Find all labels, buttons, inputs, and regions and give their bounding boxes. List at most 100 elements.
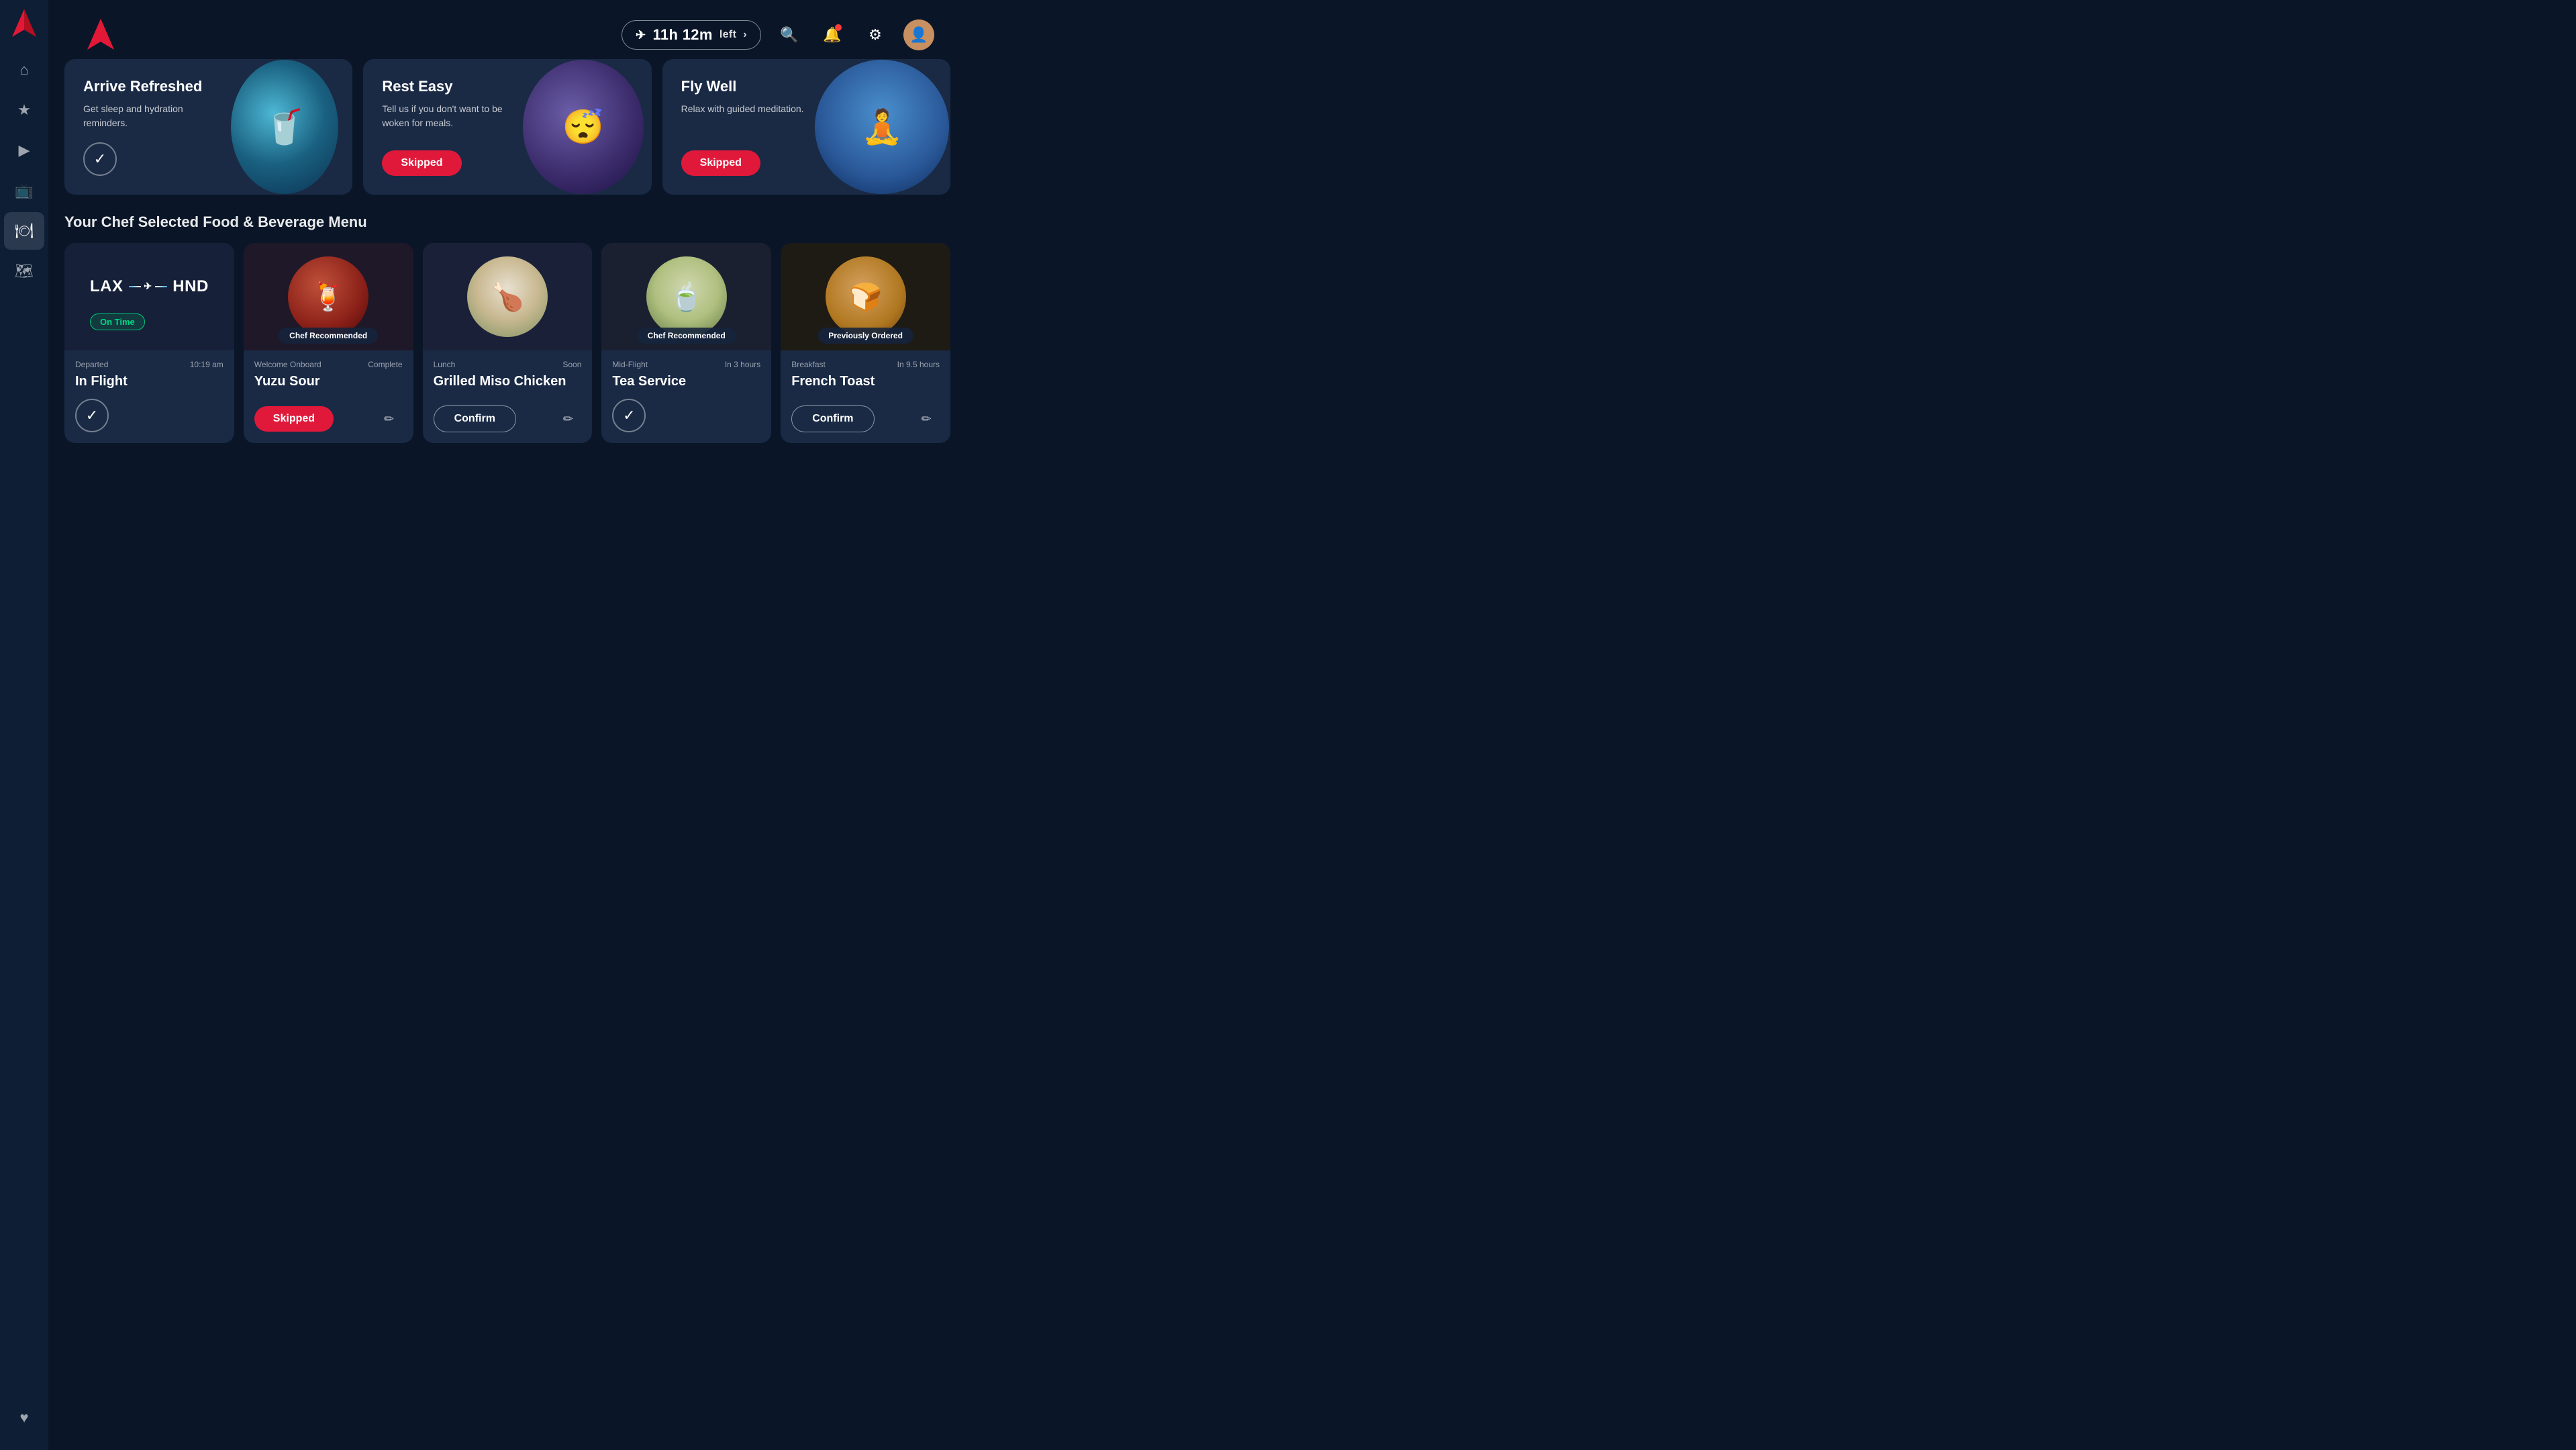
chicken-body: Lunch Soon Grilled Miso Chicken Confirm … — [423, 350, 593, 443]
route-line-2 — [155, 286, 168, 287]
toast-edit-button[interactable]: ✏ — [913, 405, 940, 432]
plane-icon: ✈ — [636, 28, 646, 42]
delta-logo — [6, 7, 42, 42]
rest-easy-skipped-button[interactable]: Skipped — [382, 150, 461, 176]
check-icon: ✓ — [86, 407, 98, 424]
rest-easy-image: 😴 — [508, 59, 651, 195]
menu-card-french-toast: 🍞 Previously Ordered Breakfast In 9.5 ho… — [781, 243, 950, 443]
flight-check-button[interactable]: ✓ — [75, 399, 109, 432]
on-time-badge-container: On Time — [90, 305, 209, 330]
chicken-image-area: 🍗 — [423, 243, 593, 350]
chef-recommended-badge: Chef Recommended — [279, 328, 378, 344]
play-icon: ▶ — [19, 142, 30, 159]
toast-actions: Confirm ✏ — [791, 405, 940, 432]
on-time-badge: On Time — [90, 313, 145, 330]
tea-check-button[interactable]: ✓ — [612, 399, 646, 432]
water-glass-image: 🥤 — [231, 60, 338, 194]
destination-label: HND — [172, 277, 209, 296]
tea-actions: ✓ — [612, 399, 760, 432]
menu-cards-row: LAX ✈ HND On Time Departed — [64, 243, 950, 443]
toast-image: 🍞 — [826, 256, 906, 337]
rest-easy-desc: Tell us if you don't want to be woken fo… — [382, 102, 519, 130]
sidebar-item-map[interactable]: 🗺 — [4, 252, 44, 290]
sidebar-item-wellness[interactable]: ♥ — [4, 1399, 44, 1437]
flight-info-map-area: LAX ✈ HND On Time — [64, 243, 234, 350]
banner-cards-row: Arrive Refreshed Get sleep and hydration… — [64, 59, 950, 195]
sidebar-item-favorites[interactable]: ★ — [4, 91, 44, 129]
settings-button[interactable]: ⚙ — [860, 20, 890, 50]
sleep-image: 😴 — [523, 60, 644, 194]
tv-icon: 📺 — [15, 182, 33, 199]
toast-meta: Breakfast In 9.5 hours — [791, 360, 940, 369]
yuzu-meta-right: Complete — [368, 360, 402, 369]
chicken-actions: Confirm ✏ — [434, 405, 582, 432]
menu-card-flight-info: LAX ✈ HND On Time Departed — [64, 243, 234, 443]
banner-card-fly-well: Fly Well Relax with guided meditation. 🧘… — [662, 59, 950, 195]
tea-meta-right: In 3 hours — [725, 360, 760, 369]
menu-section-title: Your Chef Selected Food & Beverage Menu — [64, 213, 950, 231]
yuzu-sour-image-area: 🍹 Chef Recommended — [244, 243, 413, 350]
menu-card-tea-service: 🍵 Chef Recommended Mid-Flight In 3 hours… — [601, 243, 771, 443]
edit-icon: ✏ — [563, 412, 573, 426]
check-icon: ✓ — [623, 407, 635, 424]
sidebar-item-tv[interactable]: 📺 — [4, 172, 44, 209]
search-icon: 🔍 — [780, 26, 798, 44]
notification-dot — [835, 24, 842, 31]
chicken-image: 🍗 — [467, 256, 548, 337]
sidebar-item-entertainment[interactable]: ▶ — [4, 132, 44, 169]
sidebar: ⌂ ★ ▶ 📺 🍽 🗺 ♥ — [0, 0, 48, 1450]
tea-chef-recommended-badge: Chef Recommended — [637, 328, 736, 344]
menu-card-yuzu-sour: 🍹 Chef Recommended Welcome Onboard Compl… — [244, 243, 413, 443]
settings-icon: ⚙ — [869, 26, 882, 44]
check-icon: ✓ — [94, 150, 106, 168]
arrive-refreshed-check-button[interactable]: ✓ — [83, 142, 117, 176]
route-line — [129, 286, 142, 287]
chicken-meta-left: Lunch — [434, 360, 456, 369]
yuzu-sour-actions: Skipped ✏ — [254, 405, 403, 432]
flight-meta-right: 10:19 am — [190, 360, 224, 369]
toast-confirm-button[interactable]: Confirm — [791, 405, 874, 432]
main-content: ✈ 11h 12m left › 🔍 🔔 ⚙ 👤 Arriv — [48, 0, 967, 459]
toast-body: Breakfast In 9.5 hours French Toast Conf… — [781, 350, 950, 443]
chicken-confirm-button[interactable]: Confirm — [434, 405, 516, 432]
edit-icon: ✏ — [921, 412, 931, 426]
tea-meta-left: Mid-Flight — [612, 360, 648, 369]
chicken-name: Grilled Miso Chicken — [434, 373, 582, 389]
tea-image-area: 🍵 Chef Recommended — [601, 243, 771, 350]
tea-body: Mid-Flight In 3 hours Tea Service ✓ — [601, 350, 771, 443]
delta-top-logo — [81, 16, 121, 54]
yuzu-meta-left: Welcome Onboard — [254, 360, 321, 369]
chicken-edit-button[interactable]: ✏ — [554, 405, 581, 432]
sidebar-item-dining[interactable]: 🍽 — [4, 212, 44, 250]
home-icon: ⌂ — [19, 61, 28, 79]
menu-card-grilled-miso-chicken: 🍗 Lunch Soon Grilled Miso Chicken Confir… — [423, 243, 593, 443]
fly-well-desc: Relax with guided meditation. — [681, 102, 819, 116]
sidebar-item-home[interactable]: ⌂ — [4, 51, 44, 89]
chicken-meta-right: Soon — [562, 360, 581, 369]
yuzu-sour-edit-button[interactable]: ✏ — [376, 405, 403, 432]
previously-ordered-badge: Previously Ordered — [818, 328, 913, 344]
map-icon: 🗺 — [15, 262, 34, 280]
fly-well-image: 🧘 — [807, 59, 950, 195]
banner-card-rest-easy: Rest Easy Tell us if you don't want to b… — [363, 59, 651, 195]
arrive-refreshed-image: 🥤 — [209, 59, 352, 195]
flight-route: LAX ✈ HND — [90, 277, 209, 296]
yuzu-sour-skipped-button[interactable]: Skipped — [254, 406, 334, 432]
toast-image-area: 🍞 Previously Ordered — [781, 243, 950, 350]
meditation-image: 🧘 — [815, 60, 949, 194]
arrive-refreshed-desc: Get sleep and hydration reminders. — [83, 102, 221, 130]
notifications-button[interactable]: 🔔 — [818, 20, 847, 50]
toast-meta-right: In 9.5 hours — [897, 360, 940, 369]
flight-info-body: Departed 10:19 am In Flight ✓ — [64, 350, 234, 443]
tea-meta: Mid-Flight In 3 hours — [612, 360, 760, 369]
star-icon: ★ — [17, 101, 31, 119]
flight-status-pill[interactable]: ✈ 11h 12m left › — [622, 20, 761, 50]
avatar[interactable]: 👤 — [903, 19, 934, 50]
nav-icons: 🔍 🔔 ⚙ 👤 — [775, 19, 934, 50]
top-nav: ✈ 11h 12m left › 🔍 🔔 ⚙ 👤 — [64, 11, 950, 59]
left-label: left — [720, 29, 736, 41]
arrow-label: › — [743, 29, 747, 41]
fly-well-skipped-button[interactable]: Skipped — [681, 150, 760, 176]
flight-route-display: LAX ✈ HND On Time — [78, 264, 221, 330]
search-button[interactable]: 🔍 — [775, 20, 804, 50]
